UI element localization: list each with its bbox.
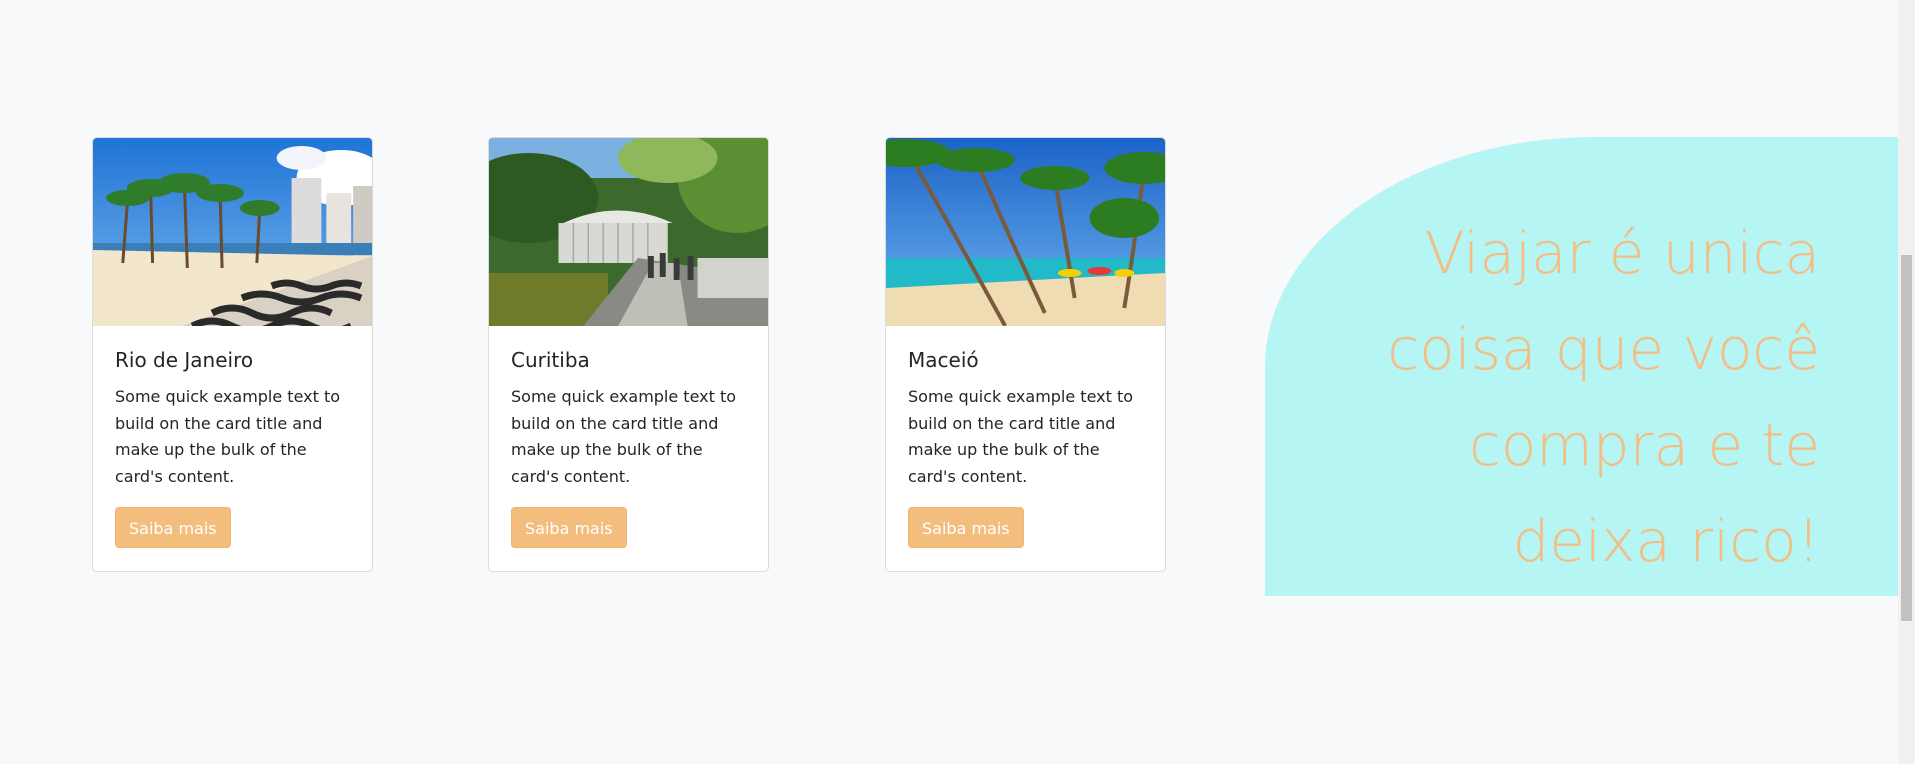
card-title: Curitiba xyxy=(511,348,590,372)
hero-quote-text: Viajar é unica coisa que você compra e t… xyxy=(1387,219,1820,575)
saiba-mais-button[interactable]: Saiba mais xyxy=(908,507,1024,548)
card-rio-de-janeiro: Rio de Janeiro Some quick example text t… xyxy=(92,137,373,572)
card-title: Rio de Janeiro xyxy=(115,348,254,372)
saiba-mais-button[interactable]: Saiba mais xyxy=(115,507,231,548)
card-curitiba: Curitiba Some quick example text to buil… xyxy=(488,137,769,572)
card-image-rio xyxy=(93,138,372,326)
card-image-maceio xyxy=(886,138,1165,326)
saiba-mais-button[interactable]: Saiba mais xyxy=(511,507,627,548)
card-image-curitiba xyxy=(489,138,768,326)
hero-quote-panel: Viajar é unica coisa que você compra e t… xyxy=(1265,137,1898,596)
card-text: Some quick example text to build on the … xyxy=(908,387,1134,486)
beach-promenade-image xyxy=(93,138,372,326)
card-title: Maceió xyxy=(908,348,979,372)
card-text: Some quick example text to build on the … xyxy=(511,387,737,486)
vertical-scrollbar[interactable] xyxy=(1898,0,1915,764)
card-text: Some quick example text to build on the … xyxy=(115,387,341,486)
glass-pavilion-image xyxy=(489,138,768,326)
tropical-beach-image xyxy=(886,138,1165,326)
scrollbar-thumb[interactable] xyxy=(1901,255,1912,621)
card-maceio: Maceió Some quick example text to build … xyxy=(885,137,1166,572)
page: Rio de Janeiro Some quick example text t… xyxy=(0,0,1915,764)
